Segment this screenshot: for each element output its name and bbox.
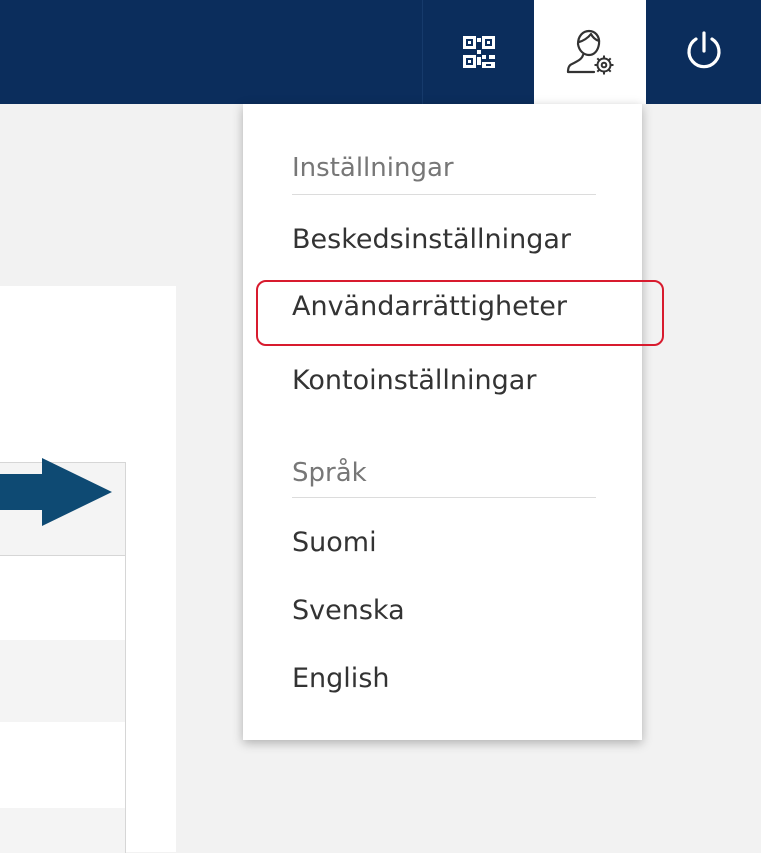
annotation-arrow-icon — [0, 458, 112, 526]
qr-code-button[interactable] — [422, 0, 535, 104]
menu-item-language-english[interactable]: English — [292, 661, 390, 697]
menu-item-message-settings[interactable]: Beskedsinställningar — [292, 222, 571, 258]
user-settings-dropdown: Inställningar Beskedsinställningar Använ… — [243, 104, 642, 740]
settings-section-label: Inställningar — [292, 153, 454, 183]
language-divider — [292, 497, 596, 498]
user-settings-icon — [566, 29, 614, 75]
language-section-label: Språk — [292, 458, 367, 488]
qr-code-icon — [463, 36, 495, 68]
settings-divider — [292, 194, 596, 195]
menu-item-account-settings[interactable]: Kontoinställningar — [292, 363, 536, 399]
power-icon — [686, 31, 721, 69]
menu-item-user-rights[interactable]: Användarrättigheter — [292, 289, 567, 325]
table-row — [0, 808, 125, 853]
top-navigation-bar — [0, 0, 761, 104]
menu-item-language-svenska[interactable]: Svenska — [292, 593, 405, 629]
user-settings-button[interactable] — [534, 0, 646, 104]
menu-item-language-suomi[interactable]: Suomi — [292, 525, 377, 561]
table-row — [0, 640, 125, 722]
logout-button[interactable] — [646, 0, 761, 104]
